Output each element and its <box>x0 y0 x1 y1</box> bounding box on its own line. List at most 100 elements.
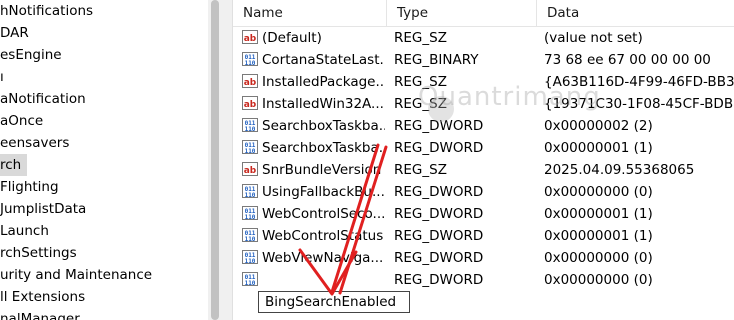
value-data-cell: 2025.04.09.55368065 <box>544 162 695 178</box>
value-row[interactable]: 011 110 UsingFallbackBu... REG_DWORD 0x00000… <box>233 181 734 203</box>
value-row[interactable]: 011 110 REG_DWORD 0x00000000 (0) <box>233 269 734 291</box>
svg-text:110: 110 <box>245 192 256 199</box>
tree-item[interactable]: nalManager <box>0 308 86 320</box>
column-header-data[interactable]: Data <box>537 0 734 26</box>
value-data-cell: 0x00000001 (1) <box>544 206 653 222</box>
string-value-icon: ab <box>242 95 258 111</box>
value-type-cell: REG_DWORD <box>394 272 484 288</box>
tree-vertical-scrollbar[interactable] <box>208 0 222 320</box>
value-name-text: SearchboxTaskba... <box>262 118 385 134</box>
svg-text:110: 110 <box>245 280 256 287</box>
tree-item[interactable]: eensavers <box>0 132 75 154</box>
binary-value-icon: 011 110 <box>242 205 258 221</box>
svg-text:110: 110 <box>245 236 256 243</box>
binary-value-icon: 011 110 <box>242 117 258 133</box>
value-data-cell: 0x00000001 (1) <box>544 228 653 244</box>
tree-item[interactable]: esEngine <box>0 44 68 66</box>
tree-item[interactable]: Flighting <box>0 176 65 198</box>
svg-text:110: 110 <box>245 214 256 221</box>
value-row[interactable]: 011 110 SearchboxTaskba... REG_DWORD 0x00000… <box>233 115 734 137</box>
scrollbar-thumb[interactable] <box>211 0 219 320</box>
value-name-cell: 011 110 WebControlStatus <box>242 225 385 247</box>
tree-item[interactable]: DAR <box>0 22 35 44</box>
string-value-icon: ab <box>242 161 258 177</box>
column-header-type[interactable]: Type <box>387 0 537 26</box>
tree-item[interactable]: aNotification <box>0 88 92 110</box>
value-data-cell: 0x00000000 (0) <box>544 250 653 266</box>
value-type-cell: REG_DWORD <box>394 250 484 266</box>
tree-item-search-selected[interactable]: rch <box>0 154 28 176</box>
registry-values-list[interactable]: Name Type Data ab (Default) REG_SZ (value n… <box>233 0 734 320</box>
value-name-cell: 011 110 SearchboxTaskba... <box>242 115 385 137</box>
watermark-text: Quantrimang <box>418 82 601 112</box>
value-name-text: UsingFallbackBu... <box>262 184 385 200</box>
value-name-text: (Default) <box>262 30 322 46</box>
svg-text:110: 110 <box>245 126 256 133</box>
value-type-cell: REG_DWORD <box>394 118 484 134</box>
value-type-cell: REG_DWORD <box>394 228 484 244</box>
value-row[interactable]: 011 110 WebControlStatus REG_DWORD 0x0000000… <box>233 225 734 247</box>
string-value-icon: ab <box>242 29 258 45</box>
value-type-cell: REG_BINARY <box>394 52 479 68</box>
value-data-cell: (value not set) <box>544 30 643 46</box>
tree-item[interactable]: rchSettings <box>0 242 83 264</box>
binary-value-icon: 011 110 <box>242 183 258 199</box>
value-type-cell: REG_SZ <box>394 30 447 46</box>
tree-item[interactable]: ı <box>0 66 10 88</box>
value-name-cell: ab InstalledWin32A... <box>242 93 385 115</box>
string-value-icon: ab <box>242 73 258 89</box>
tree-item[interactable]: ll Extensions <box>0 286 91 308</box>
column-header-name[interactable]: Name <box>233 0 387 26</box>
svg-text:ab: ab <box>244 100 257 110</box>
value-row[interactable]: 011 110 WebControlSeco... REG_DWORD 0x000000… <box>233 203 734 225</box>
binary-value-icon: 011 110 <box>242 139 258 155</box>
value-data-cell: 0x00000002 (2) <box>544 118 653 134</box>
value-name-text: WebControlSeco... <box>262 206 385 222</box>
value-name-cell: 011 110 WebControlSeco... <box>242 203 385 225</box>
binary-value-icon: 011 110 <box>242 227 258 243</box>
value-type-cell: REG_DWORD <box>394 140 484 156</box>
svg-text:110: 110 <box>245 60 256 67</box>
value-name-text: WebViewNaviga... <box>262 250 384 266</box>
value-name-cell: 011 110 UsingFallbackBu... <box>242 181 385 203</box>
tree-item[interactable]: urity and Maintenance <box>0 264 158 286</box>
tree-item[interactable]: JumplistData <box>0 198 92 220</box>
svg-text:110: 110 <box>245 258 256 265</box>
svg-text:ab: ab <box>244 166 257 176</box>
value-name-cell: 011 110 SearchboxTaskba... <box>242 137 385 159</box>
value-name-text: WebControlStatus <box>262 228 384 244</box>
binary-value-icon: 011 110 <box>242 51 258 67</box>
value-type-cell: REG_DWORD <box>394 184 484 200</box>
tree-item[interactable]: aOnce <box>0 110 49 132</box>
value-name-cell: 011 110 WebViewNaviga... <box>242 247 385 269</box>
value-data-cell: 0x00000000 (0) <box>544 184 653 200</box>
value-name-cell: ab (Default) <box>242 27 385 49</box>
value-name-cell: 011 110 CortanaStateLast... <box>242 49 385 71</box>
value-name-text: SnrBundleVersion <box>262 162 382 178</box>
value-row[interactable]: ab SnrBundleVersion REG_SZ 2025.04.09.55368… <box>233 159 734 181</box>
value-name-cell: ab InstalledPackage... <box>242 71 385 93</box>
value-row[interactable]: 011 110 CortanaStateLast... REG_BINARY 73 68… <box>233 49 734 71</box>
binary-value-icon: 011 110 <box>242 271 258 287</box>
pane-splitter[interactable] <box>222 0 233 320</box>
value-type-cell: REG_SZ <box>394 162 447 178</box>
value-name-text: InstalledWin32A... <box>262 96 384 112</box>
value-name-cell: 011 110 <box>242 269 385 291</box>
value-row[interactable]: ab (Default) REG_SZ (value not set) <box>233 27 734 49</box>
tree-item[interactable]: Launch <box>0 220 55 242</box>
tree-item[interactable]: hNotifications <box>0 0 99 22</box>
svg-text:ab: ab <box>244 34 257 44</box>
value-data-cell: 73 68 ee 67 00 00 00 00 <box>544 52 711 68</box>
svg-text:110: 110 <box>245 148 256 155</box>
value-data-cell: 0x00000000 (0) <box>544 272 653 288</box>
value-name-cell: ab SnrBundleVersion <box>242 159 385 181</box>
value-name-text: CortanaStateLast... <box>262 52 385 68</box>
value-row[interactable]: 011 110 SearchboxTaskba... REG_DWORD 0x00000… <box>233 137 734 159</box>
registry-key-tree[interactable]: hNotifications DAR esEngine ı aNotificat… <box>0 0 208 320</box>
value-type-cell: REG_DWORD <box>394 206 484 222</box>
binary-value-icon: 011 110 <box>242 249 258 265</box>
value-name-text: InstalledPackage... <box>262 74 385 90</box>
svg-text:ab: ab <box>244 78 257 88</box>
rename-value-input[interactable]: BingSearchEnabled <box>258 291 410 313</box>
value-row[interactable]: 011 110 WebViewNaviga... REG_DWORD 0x0000000… <box>233 247 734 269</box>
